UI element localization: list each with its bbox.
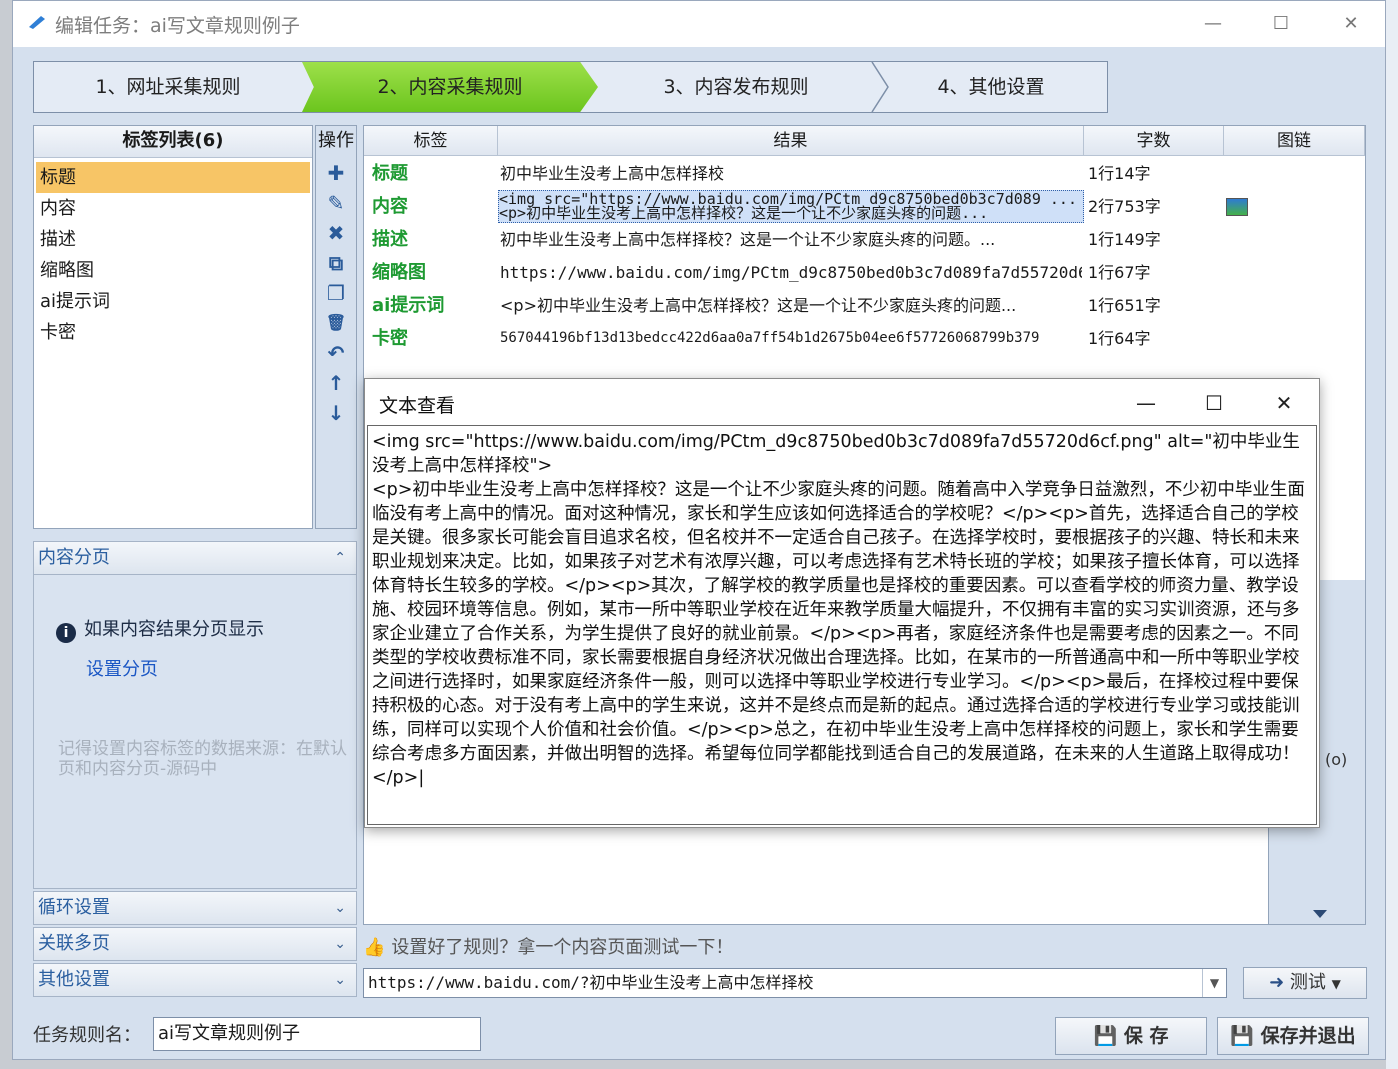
desktop-background (1386, 0, 1398, 1069)
table-row[interactable]: 描述 初中毕业生没考上高中怎样择校？这是一个让不少家庭头疼的问题。... 1行1… (364, 223, 1364, 256)
test-hint: 👍 设置好了规则？拿一个内容页面测试一下！ (363, 937, 734, 958)
step-publish-rules[interactable]: 3、内容发布规则 (598, 62, 874, 112)
expand-icon: ⌄ (334, 972, 346, 988)
delete-icon[interactable]: ✖ (316, 218, 356, 248)
move-up-icon[interactable]: ↑ (316, 368, 356, 398)
table-row[interactable]: 标题 初中毕业生没考上高中怎样择校 1行14字 (364, 157, 1364, 190)
step-tabs: 1、网址采集规则 2、内容采集规则 3、内容发布规则 4、其他设置 (33, 61, 1108, 113)
dialog-title: 文本查看 (379, 395, 456, 417)
paging-note: 记得设置内容标签的数据来源：在默认页和内容分页-源码中 (58, 739, 347, 779)
content-paging-body: i 如果内容结果分页显示 设置分页 记得设置内容标签的数据来源：在默认页和内容分页… (33, 575, 357, 889)
window-title: 编辑任务：ai写文章规则例子 (55, 15, 300, 37)
expand-icon: ⌄ (334, 936, 346, 952)
operations-panel: 操作 ✚ ✎ ✖ ⧉ ❐ 🗑 ↶ ↑ ↓ (315, 125, 357, 529)
step-other-settings[interactable]: 4、其他设置 (874, 62, 1108, 112)
step-content-rules[interactable]: 2、内容采集规则 (302, 62, 598, 112)
table-row[interactable]: 内容 <img src="https://www.baidu.com/img/P… (364, 190, 1364, 223)
table-row[interactable]: ai提示词 <p>初中毕业生没考上高中怎样择校？这是一个让不少家庭头疼的问题..… (364, 289, 1364, 322)
column-header-result: 结果 (498, 126, 1084, 156)
minimize-button[interactable]: — (1193, 9, 1233, 39)
column-header-tag: 标签 (364, 126, 498, 156)
loop-settings-section[interactable]: 循环设置 ⌄ (33, 891, 357, 925)
scroll-down-icon[interactable] (1313, 910, 1327, 918)
content-paging-section[interactable]: 内容分页 ⌃ (33, 541, 357, 575)
save-exit-button[interactable]: 💾 保存并退出 (1217, 1017, 1369, 1055)
move-down-icon[interactable]: ↓ (316, 398, 356, 428)
dialog-maximize-button[interactable]: ☐ (1191, 387, 1237, 419)
tag-item-card-key[interactable]: 卡密 (36, 317, 310, 348)
test-button[interactable]: ➜ 测试 ▼ (1243, 967, 1367, 999)
column-header-count: 字数 (1084, 126, 1224, 156)
table-row[interactable]: 缩略图 https://www.baidu.com/img/PCtm_d9c87… (364, 256, 1364, 289)
tag-list-panel: 标签列表(6) 标题 内容 描述 缩略图 ai提示词 卡密 (33, 125, 313, 529)
column-header-image-link: 图链 (1224, 126, 1365, 156)
dialog-close-button[interactable]: ✕ (1261, 387, 1307, 419)
rule-name-label: 任务规则名： (33, 1025, 141, 1046)
linked-pages-section[interactable]: 关联多页 ⌄ (33, 927, 357, 961)
dropdown-arrow-icon[interactable]: ▼ (1202, 969, 1226, 997)
copy-icon[interactable]: ⧉ (316, 248, 356, 278)
text-view-dialog: 文本查看 — ☐ ✕ <img src="https://www.baidu.c… (364, 378, 1320, 828)
paging-info: i 如果内容结果分页显示 (56, 615, 264, 643)
rule-name-input[interactable]: ai写文章规则例子 (153, 1017, 481, 1051)
add-icon[interactable]: ✚ (316, 158, 356, 188)
thumbs-up-icon: 👍 (363, 937, 386, 958)
app-logo-icon (29, 16, 45, 29)
test-url-input[interactable]: https://www.baidu.com/?初中毕业生没考上高中怎样择校 ▼ (363, 968, 1227, 998)
dialog-minimize-button[interactable]: — (1123, 387, 1169, 419)
table-row[interactable]: 卡密 567044196bf13d13bedcc422d6aa0a7ff54b1… (364, 322, 1364, 355)
title-bar: 编辑任务：ai写文章规则例子 — ☐ ✕ (13, 1, 1385, 47)
save-button[interactable]: 💾 保 存 (1055, 1017, 1207, 1055)
step-separator-icon (871, 62, 889, 112)
undo-icon[interactable]: ↶ (316, 338, 356, 368)
operations-header: 操作 (318, 130, 354, 151)
save-icon: 💾 (1093, 1025, 1124, 1047)
trash-icon[interactable]: 🗑 (316, 308, 356, 338)
dropdown-arrow-icon: ▼ (1331, 977, 1341, 991)
info-icon: i (56, 623, 76, 643)
tag-list-header: 标签列表(6) (34, 126, 312, 158)
step-url-rules[interactable]: 1、网址采集规则 (34, 62, 302, 112)
other-settings-section[interactable]: 其他设置 ⌄ (33, 963, 357, 997)
maximize-button[interactable]: ☐ (1261, 9, 1301, 39)
expand-icon: ⌄ (334, 900, 346, 916)
tag-item-ai-prompt[interactable]: ai提示词 (36, 286, 310, 317)
collapse-icon: ⌃ (334, 550, 346, 566)
close-button[interactable]: ✕ (1331, 9, 1371, 39)
enter-icon: ➜ (1269, 972, 1290, 993)
image-link-icon[interactable] (1226, 198, 1248, 216)
tag-item-thumbnail[interactable]: 缩略图 (36, 255, 310, 286)
dialog-text-area[interactable]: <img src="https://www.baidu.com/img/PCtm… (367, 425, 1317, 825)
set-paging-link[interactable]: 设置分页 (86, 655, 158, 681)
selected-result-cell[interactable]: <img src="https://www.baidu.com/img/PCtm… (498, 190, 1084, 223)
save-icon: 💾 (1230, 1025, 1261, 1047)
edit-icon[interactable]: ✎ (316, 188, 356, 218)
tag-item-content[interactable]: 内容 (36, 193, 310, 224)
tag-item-description[interactable]: 描述 (36, 224, 310, 255)
tag-item-title[interactable]: 标题 (36, 162, 310, 193)
paste-icon[interactable]: ❐ (316, 278, 356, 308)
